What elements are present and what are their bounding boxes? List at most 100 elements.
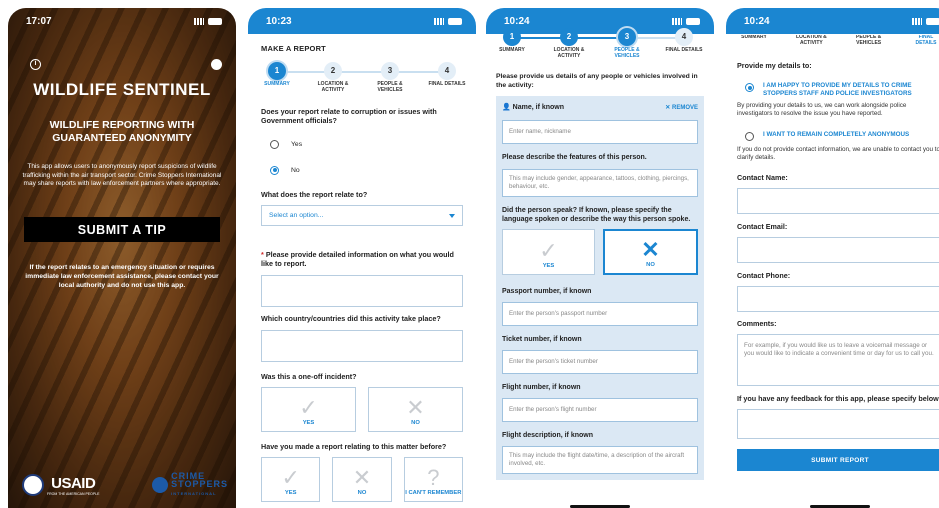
flight-desc-label: Flight description, if known xyxy=(502,432,593,439)
step-indicator: 1 SUMMARY 2 LOCATION & ACTIVITY 3 PEOPLE & … xyxy=(496,28,704,72)
previous-yes-tile[interactable]: ✓ YES xyxy=(261,457,321,502)
flight-input[interactable]: Enter the person's flight number xyxy=(502,398,698,422)
step-location[interactable]: 2 LOCATION & ACTIVITY xyxy=(313,62,353,93)
signal-icon xyxy=(194,17,204,25)
spoke-label: Did the person speak? If known, please s… xyxy=(502,207,691,223)
corruption-no-radio[interactable]: No xyxy=(270,164,463,176)
cross-icon: ✕ xyxy=(641,236,660,262)
contact-name-label: Contact Name: xyxy=(737,173,788,182)
previous-tiles: ✓ YES ✕ NO ? I CAN'T REMEMBER xyxy=(261,457,463,502)
previous-cant-remember-tile[interactable]: ? I CAN'T REMEMBER xyxy=(403,457,463,502)
status-time: 10:24 xyxy=(744,15,770,27)
step-summary[interactable]: 1 SUMMARY xyxy=(257,62,297,88)
cross-icon: ✕ xyxy=(352,464,372,490)
check-icon: ✓ xyxy=(281,464,300,490)
signal-icon xyxy=(672,17,682,25)
corruption-yes-radio[interactable]: Yes xyxy=(270,138,463,150)
status-bar: 10:24 xyxy=(726,8,939,34)
people-intro: Please provide us details of any people … xyxy=(496,73,698,89)
report-summary-screen: 10:23 MAKE A REPORT 1 SUMMARY 2 LOCATION &… xyxy=(248,8,476,508)
spoke-tiles: ✓ YES ✕ NO xyxy=(502,229,698,275)
screenshot-collage: 17:07 i WILDLIFE SENTINEL WILDLIFE REPOR… xyxy=(0,0,939,508)
previous-question: Have you made a report relating to this … xyxy=(261,442,447,451)
battery-icon xyxy=(208,17,222,25)
cross-icon: ✕ xyxy=(406,394,425,420)
app-title: WILDLIFE SENTINEL xyxy=(33,80,211,99)
chevron-down-icon xyxy=(449,213,455,218)
comments-label: Comments: xyxy=(737,319,777,328)
step-indicator: 1 SUMMARY 2 LOCATION & ACTIVITY 3 PEOPLE & … xyxy=(261,62,466,98)
contact-name-input[interactable] xyxy=(737,188,939,214)
previous-no-tile[interactable]: ✕ NO xyxy=(332,457,392,502)
usaid-seal-icon xyxy=(22,474,44,496)
status-time: 10:24 xyxy=(504,15,530,27)
comments-input[interactable]: For example, if you would like us to lea… xyxy=(737,334,939,386)
contact-email-label: Contact Email: xyxy=(737,222,788,231)
page-title: MAKE A REPORT xyxy=(261,44,326,53)
language-icon[interactable] xyxy=(211,59,222,70)
contact-email-input[interactable] xyxy=(737,237,939,263)
question-icon: ? xyxy=(427,464,440,490)
anonymous-radio[interactable]: I WANT TO REMAIN COMPLETELY ANONYMOUS xyxy=(745,131,939,141)
contact-phone-input[interactable] xyxy=(737,286,939,312)
battery-icon xyxy=(686,17,700,25)
info-icon[interactable]: i xyxy=(30,59,41,70)
step-people[interactable]: 3 PEOPLE & VEHICLES xyxy=(607,28,647,59)
country-input[interactable] xyxy=(261,330,463,362)
anonymous-copy: If you do not provide contact informatio… xyxy=(737,146,939,161)
check-icon: ✓ xyxy=(299,394,318,420)
partner-logos: USAID FROM THE AMERICAN PEOPLE CRIME STOP… xyxy=(22,472,228,498)
check-icon: ✓ xyxy=(539,237,558,263)
details-input[interactable] xyxy=(261,275,463,307)
app-subtitle: WILDLIFE REPORTING WITH GUARANTEED ANONY… xyxy=(49,119,195,144)
flight-desc-input[interactable]: This may include the flight date/time, a… xyxy=(502,446,698,474)
emergency-notice: If the report relates to an emergency si… xyxy=(25,264,219,289)
passport-label: Passport number, if known xyxy=(502,288,592,295)
contact-phone-label: Contact Phone: xyxy=(737,271,791,280)
remove-person-button[interactable]: ✕ REMOVE xyxy=(665,104,698,111)
feedback-input[interactable] xyxy=(737,409,939,439)
ticket-label: Ticket number, if known xyxy=(502,336,582,343)
step-final[interactable]: 4 FINAL DETAILS xyxy=(664,28,704,54)
submit-tip-button[interactable]: SUBMIT A TIP xyxy=(24,217,220,242)
feedback-label: If you have any feedback for this app, p… xyxy=(737,394,939,403)
person-icon: 👤 xyxy=(502,104,511,111)
passport-input[interactable]: Enter the person's passport number xyxy=(502,302,698,326)
oneoff-yes-tile[interactable]: ✓ YES xyxy=(261,387,356,432)
step-people[interactable]: 3 PEOPLE & VEHICLES xyxy=(370,62,410,93)
name-label: 👤 Name, if known xyxy=(502,104,565,111)
crime-stoppers-logo: CRIME STOPPERS INTERNATIONAL xyxy=(152,472,228,498)
submit-report-button[interactable]: SUBMIT REPORT xyxy=(737,449,939,471)
ticket-input[interactable]: Enter the person's ticket number xyxy=(502,350,698,374)
battery-icon xyxy=(926,17,939,25)
app-description: This app allows users to anonymously rep… xyxy=(22,163,222,187)
spoke-yes-tile[interactable]: ✓ YES xyxy=(502,229,595,275)
battery-icon xyxy=(448,17,462,25)
final-details-screen: 10:24 SUMMARY LOCATION & ACTIVITY PEOPLE… xyxy=(726,8,939,508)
status-bar: 17:07 xyxy=(8,8,236,34)
oneoff-tiles: ✓ YES ✕ NO xyxy=(261,387,463,432)
status-time: 10:23 xyxy=(266,15,292,27)
usaid-logo: USAID FROM THE AMERICAN PEOPLE xyxy=(22,474,99,496)
name-input[interactable]: Enter name, nickname xyxy=(502,120,698,144)
step-labels: SUMMARY LOCATION & ACTIVITY PEOPLE & VEH… xyxy=(741,35,937,46)
provide-details-copy: By providing your details to us, we can … xyxy=(737,102,907,117)
step-final[interactable]: 4 FINAL DETAILS xyxy=(427,62,467,88)
spoke-no-tile[interactable]: ✕ NO xyxy=(603,229,698,275)
oneoff-no-tile[interactable]: ✕ NO xyxy=(368,387,463,432)
status-bar: 10:23 xyxy=(248,8,476,34)
features-input[interactable]: This may include gender, appearance, tat… xyxy=(502,169,698,197)
splash-screen: 17:07 i WILDLIFE SENTINEL WILDLIFE REPOR… xyxy=(8,8,236,508)
provide-details-radio[interactable]: I AM HAPPY TO PROVIDE MY DETAILS TO CRIM… xyxy=(745,82,939,97)
people-vehicles-screen: 10:24 1 SUMMARY 2 LOCATION & ACTIVITY 3 PEO… xyxy=(486,8,714,508)
flight-label: Flight number, if known xyxy=(502,384,581,391)
details-question: * Please provide detailed information on… xyxy=(261,250,454,268)
signal-icon xyxy=(912,17,922,25)
status-time: 17:07 xyxy=(26,15,52,27)
country-question: Which country/countries did this activit… xyxy=(261,314,441,323)
step-location[interactable]: 2 LOCATION & ACTIVITY xyxy=(549,28,589,59)
provide-label: Provide my details to: xyxy=(737,61,812,70)
person-card: 👤 Name, if known ✕ REMOVE Enter name, ni… xyxy=(496,96,704,480)
relate-select[interactable]: Select an option... xyxy=(261,205,463,226)
step-summary[interactable]: 1 SUMMARY xyxy=(492,28,532,54)
